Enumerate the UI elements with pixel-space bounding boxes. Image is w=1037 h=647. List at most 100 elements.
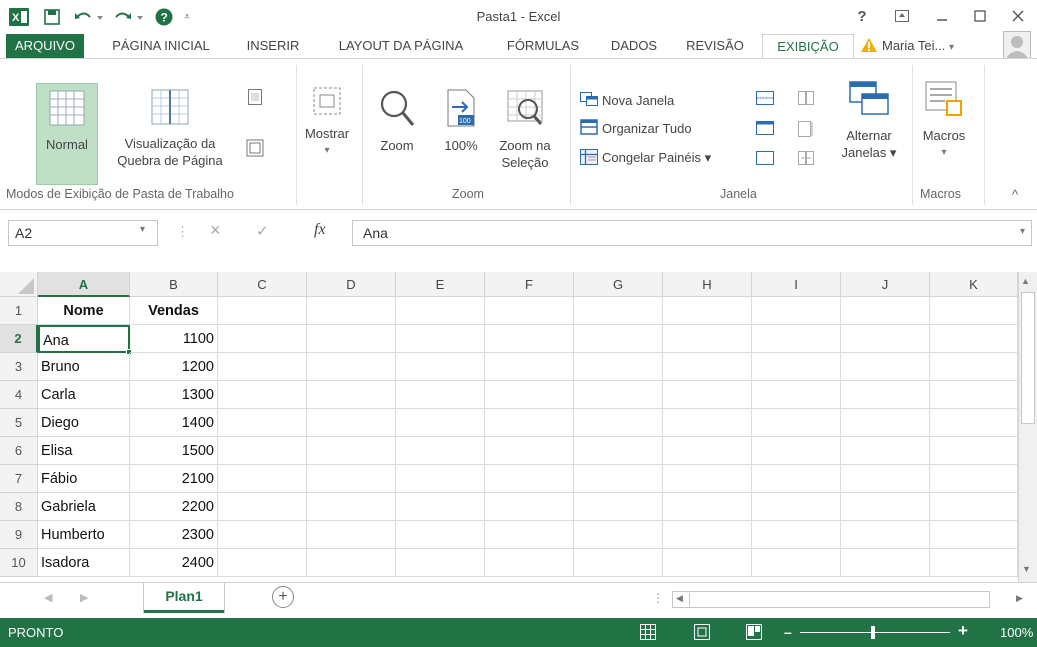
- name-box[interactable]: A2: [8, 220, 158, 246]
- cell-b1[interactable]: Vendas: [130, 297, 218, 325]
- cell-h7[interactable]: [663, 465, 752, 493]
- cell-g5[interactable]: [574, 409, 663, 437]
- cell-g1[interactable]: [574, 297, 663, 325]
- cell-e8[interactable]: [396, 493, 485, 521]
- macros-button[interactable]: Macros ▾: [916, 81, 972, 161]
- cell-a3[interactable]: Bruno: [38, 353, 130, 381]
- cell-e2[interactable]: [396, 325, 485, 353]
- cell-i10[interactable]: [752, 549, 841, 577]
- sheet-splitter-icon[interactable]: ⋮: [652, 591, 664, 605]
- synchronous-scrolling-icon[interactable]: [798, 121, 814, 140]
- cell-f8[interactable]: [485, 493, 574, 521]
- cell-k3[interactable]: [930, 353, 1018, 381]
- cell-k10[interactable]: [930, 549, 1018, 577]
- cell-g6[interactable]: [574, 437, 663, 465]
- cell-e4[interactable]: [396, 381, 485, 409]
- row-header-6[interactable]: 6: [0, 437, 38, 465]
- cell-e5[interactable]: [396, 409, 485, 437]
- row-header-9[interactable]: 9: [0, 521, 38, 549]
- row-header-3[interactable]: 3: [0, 353, 38, 381]
- cell-e3[interactable]: [396, 353, 485, 381]
- close-icon[interactable]: [1004, 4, 1032, 28]
- cell-f3[interactable]: [485, 353, 574, 381]
- cell-k6[interactable]: [930, 437, 1018, 465]
- ribbon-display-options-icon[interactable]: [888, 4, 916, 28]
- row-header-7[interactable]: 7: [0, 465, 38, 493]
- horizontal-scroll-thumb[interactable]: [689, 593, 975, 606]
- collapse-ribbon-icon[interactable]: ^: [1012, 187, 1018, 202]
- cell-j7[interactable]: [841, 465, 930, 493]
- column-header-b[interactable]: B: [130, 272, 218, 297]
- cell-h3[interactable]: [663, 353, 752, 381]
- cell-c2[interactable]: [218, 325, 307, 353]
- cell-a4[interactable]: Carla: [38, 381, 130, 409]
- zoom-out-icon[interactable]: –: [784, 624, 792, 640]
- custom-views-icon[interactable]: [246, 139, 264, 160]
- user-name[interactable]: Maria Tei... ▾: [882, 38, 954, 53]
- column-header-g[interactable]: G: [574, 272, 663, 297]
- reset-window-position-icon[interactable]: [798, 151, 814, 168]
- cell-i2[interactable]: [752, 325, 841, 353]
- cell-f7[interactable]: [485, 465, 574, 493]
- cell-d3[interactable]: [307, 353, 396, 381]
- cell-h1[interactable]: [663, 297, 752, 325]
- maximize-icon[interactable]: [966, 4, 994, 28]
- enter-icon[interactable]: ✓: [256, 222, 269, 240]
- hide-icon[interactable]: [756, 121, 774, 138]
- scroll-down-icon[interactable]: ▼: [1022, 564, 1031, 574]
- cell-a1[interactable]: Nome: [38, 297, 130, 325]
- formula-input[interactable]: Ana: [352, 220, 1032, 246]
- cell-k9[interactable]: [930, 521, 1018, 549]
- page-layout-status-icon[interactable]: [694, 624, 710, 643]
- column-header-j[interactable]: J: [841, 272, 930, 297]
- switch-windows-button[interactable]: Alternar Janelas ▾: [834, 81, 904, 161]
- cell-j6[interactable]: [841, 437, 930, 465]
- column-header-k[interactable]: K: [930, 272, 1018, 297]
- cell-j2[interactable]: [841, 325, 930, 353]
- cell-j8[interactable]: [841, 493, 930, 521]
- row-header-1[interactable]: 1: [0, 297, 38, 325]
- cell-d1[interactable]: [307, 297, 396, 325]
- page-break-status-icon[interactable]: [746, 624, 762, 643]
- select-all-corner[interactable]: [0, 272, 38, 297]
- cell-f4[interactable]: [485, 381, 574, 409]
- row-header-10[interactable]: 10: [0, 549, 38, 577]
- cell-g9[interactable]: [574, 521, 663, 549]
- cell-f9[interactable]: [485, 521, 574, 549]
- cell-i3[interactable]: [752, 353, 841, 381]
- scroll-up-icon[interactable]: ▲: [1021, 276, 1030, 286]
- cell-c9[interactable]: [218, 521, 307, 549]
- prev-sheet-icon[interactable]: ◀: [44, 591, 52, 604]
- zoom-100-button[interactable]: 100 100%: [436, 89, 486, 154]
- cell-b2[interactable]: 1100: [130, 325, 218, 353]
- cell-c3[interactable]: [218, 353, 307, 381]
- column-header-c[interactable]: C: [218, 272, 307, 297]
- cell-k1[interactable]: [930, 297, 1018, 325]
- row-header-2[interactable]: 2: [0, 325, 38, 353]
- vertical-scrollbar[interactable]: ▲ ▼: [1018, 272, 1037, 582]
- cell-f5[interactable]: [485, 409, 574, 437]
- cell-d9[interactable]: [307, 521, 396, 549]
- cell-d6[interactable]: [307, 437, 396, 465]
- add-sheet-icon[interactable]: +: [272, 586, 294, 608]
- cell-d2[interactable]: [307, 325, 396, 353]
- cell-b8[interactable]: 2200: [130, 493, 218, 521]
- row-header-5[interactable]: 5: [0, 409, 38, 437]
- tab-pagina-inicial[interactable]: PÁGINA INICIAL: [94, 34, 228, 58]
- cell-h8[interactable]: [663, 493, 752, 521]
- expand-formula-bar-icon[interactable]: ▾: [1020, 226, 1025, 237]
- help-button[interactable]: ?: [848, 4, 876, 28]
- cell-k4[interactable]: [930, 381, 1018, 409]
- cell-a5[interactable]: Diego: [38, 409, 130, 437]
- sheet-tab-plan1[interactable]: Plan1: [144, 583, 224, 613]
- cell-a8[interactable]: Gabriela: [38, 493, 130, 521]
- tab-dados[interactable]: DADOS: [600, 34, 668, 58]
- zoom-selection-button[interactable]: Zoom na Seleção: [490, 89, 560, 171]
- cell-a6[interactable]: Elisa: [38, 437, 130, 465]
- horizontal-scrollbar[interactable]: ◀: [672, 591, 990, 608]
- split-icon[interactable]: [756, 91, 774, 108]
- cell-k2[interactable]: [930, 325, 1018, 353]
- cell-c4[interactable]: [218, 381, 307, 409]
- cell-k7[interactable]: [930, 465, 1018, 493]
- cell-c10[interactable]: [218, 549, 307, 577]
